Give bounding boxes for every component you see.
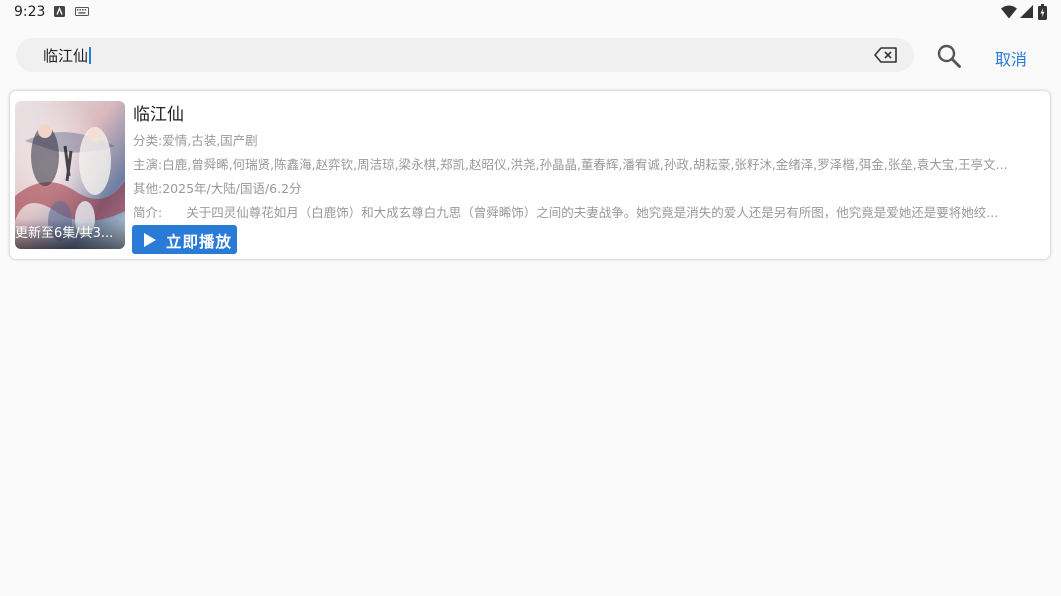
status-bar: 9:23 <box>0 0 1061 26</box>
signal-icon <box>1020 5 1033 18</box>
intro-value: 关于四灵仙尊花如月（白鹿饰）和大成玄尊白九思（曾舜晞饰）之间的夫妻战争。她究竟是… <box>186 205 999 220</box>
category-label: 分类: <box>133 133 163 148</box>
cast-label: 主演: <box>133 157 163 172</box>
cast-value: 白鹿,曾舜晞,何瑞贤,陈鑫海,赵弈钦,周洁琼,梁永棋,郑凯,赵昭仪,洪尧,孙晶晶… <box>162 157 1008 172</box>
episode-badge: 更新至6集/共3... <box>15 219 125 249</box>
category-value: 爱情,古装,国产剧 <box>162 133 258 148</box>
search-query: 临江仙 <box>43 47 89 65</box>
play-now-button[interactable]: 立即播放 <box>132 225 237 254</box>
status-time: 9:23 <box>14 4 46 20</box>
other-info-row: 其他:2025年/大陆/国语/6.2分 <box>133 178 1048 197</box>
other-label: 其他: <box>133 181 163 196</box>
play-button-label: 立即播放 <box>166 233 233 251</box>
intro-row: 简介: 关于四灵仙尊花如月（白鹿饰）和大成玄尊白九思（曾舜晞饰）之间的夫妻战争。她… <box>133 202 1048 221</box>
cast-row: 主演:白鹿,曾舜晞,何瑞贤,陈鑫海,赵弈钦,周洁琼,梁永棋,郑凯,赵昭仪,洪尧,… <box>133 154 1048 173</box>
battery-icon <box>1038 4 1047 20</box>
search-input[interactable]: 临江仙 <box>43 45 91 66</box>
result-title[interactable]: 临江仙 <box>133 100 184 125</box>
category-row: 分类:爱情,古装,国产剧 <box>133 130 1048 149</box>
wifi-icon <box>1001 5 1017 19</box>
intro-label: 简介: <box>133 205 163 220</box>
search-result-card[interactable]: 更新至6集/共3... 临江仙 分类:爱情,古装,国产剧 主演:白鹿,曾舜晞,何… <box>10 91 1050 259</box>
text-cursor <box>89 47 91 64</box>
clear-text-icon[interactable] <box>874 46 898 64</box>
play-icon <box>144 233 156 247</box>
search-bar[interactable]: 临江仙 <box>16 38 914 72</box>
keyboard-icon <box>75 7 89 16</box>
poster-image[interactable]: 更新至6集/共3... <box>15 101 125 249</box>
app-notification-icon <box>54 6 65 17</box>
search-icon[interactable] <box>936 43 962 69</box>
other-value: 2025年/大陆/国语/6.2分 <box>162 181 302 196</box>
cancel-button[interactable]: 取消 <box>995 46 1027 70</box>
